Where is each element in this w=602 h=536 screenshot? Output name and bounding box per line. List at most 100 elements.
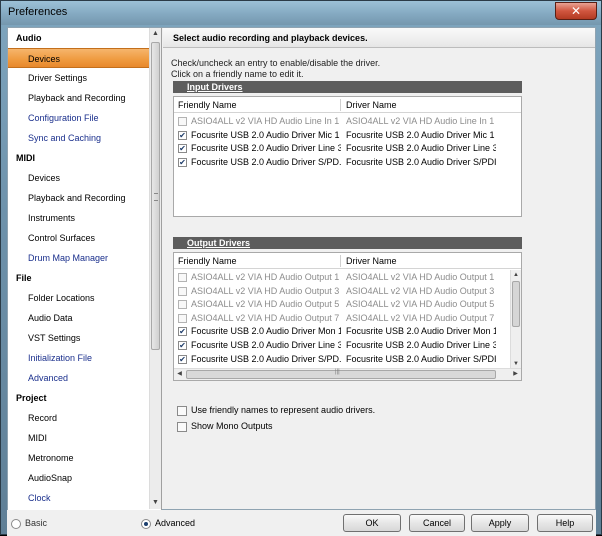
tree-item-devices[interactable]: Devices: [8, 48, 149, 68]
friendly-name-cell[interactable]: Focusrite USB 2.0 Audio Driver Mic 1: [191, 129, 341, 142]
tree-scrollbar[interactable]: ▲ ▼: [149, 28, 161, 509]
tree-item-playback-and-recording[interactable]: Playback and Recording: [8, 88, 149, 108]
driver-enable-checkbox[interactable]: ✔: [178, 157, 187, 167]
tree-scroll-thumb[interactable]: [151, 42, 160, 350]
friendly-names-option[interactable]: Use friendly names to represent audio dr…: [177, 404, 375, 416]
col-driver-name[interactable]: Driver Name: [346, 253, 397, 269]
driver-name-cell: ASIO4ALL v2 VIA HD Audio Output 1: [346, 272, 495, 282]
driver-enable-checkbox[interactable]: ✔: [178, 130, 187, 140]
scroll-down-icon[interactable]: ▼: [150, 497, 161, 509]
input-driver-row[interactable]: ✔ Focusrite USB 2.0 Audio Driver Mic 1 Foc…: [174, 129, 521, 142]
panel-header: Select audio recording and playback devi…: [163, 28, 595, 48]
driver-name-cell: ASIO4ALL v2 VIA HD Audio Output 3: [346, 285, 495, 296]
category-tree: Audio Devices Driver Settings Playback and …: [8, 28, 162, 511]
tree-item-audiosnap[interactable]: AudioSnap: [8, 468, 149, 488]
tree-category-audio[interactable]: Audio: [8, 28, 149, 48]
friendly-name-cell[interactable]: Focusrite USB 2.0 Audio Driver Mon 1: [191, 325, 341, 338]
scroll-up-icon[interactable]: ▲: [511, 270, 521, 280]
friendly-name-cell[interactable]: ASIO4ALL v2 VIA HD Audio Output 1: [191, 271, 341, 284]
tree-item-instruments[interactable]: Instruments: [8, 208, 149, 228]
tree-item-sync-and-caching[interactable]: Sync and Caching: [8, 128, 149, 148]
title-bar[interactable]: Preferences ✕: [1, 1, 601, 25]
tree-item-initialization-file[interactable]: Initialization File: [8, 348, 149, 368]
driver-enable-checkbox[interactable]: [178, 273, 187, 282]
tree-category-file[interactable]: File: [8, 268, 149, 288]
friendly-name-cell[interactable]: Focusrite USB 2.0 Audio Driver S/PD...: [191, 156, 341, 169]
driver-enable-checkbox[interactable]: ✔: [178, 341, 187, 350]
friendly-name-cell[interactable]: Focusrite USB 2.0 Audio Driver Line 3: [191, 339, 341, 352]
output-driver-row[interactable]: ASIO4ALL v2 VIA HD Audio Output 3 ASIO4AL…: [174, 285, 521, 298]
output-driver-row[interactable]: ASIO4ALL v2 VIA HD Audio Output 7 ASIO4AL…: [174, 312, 521, 325]
tree-item-record[interactable]: Record: [8, 408, 149, 428]
tree-item-midi[interactable]: MIDI: [8, 428, 149, 448]
tree-item-clock[interactable]: Clock: [8, 488, 149, 508]
basic-radio[interactable]: Basic: [11, 517, 47, 529]
tree-category-midi[interactable]: MIDI: [8, 148, 149, 168]
instruction-edit: Click on a friendly name to edit it.: [171, 69, 304, 79]
mono-outputs-option[interactable]: Show Mono Outputs: [177, 420, 273, 432]
friendly-name-cell[interactable]: Focusrite USB 2.0 Audio Driver Line 3: [191, 142, 341, 155]
scroll-left-icon[interactable]: ◀: [174, 369, 185, 380]
tree-item-playback-and-recording[interactable]: Playback and Recording: [8, 188, 149, 208]
scroll-up-icon[interactable]: ▲: [150, 28, 161, 40]
preferences-window: Preferences ✕ Audio Devices Driver Setting…: [0, 0, 602, 536]
output-driver-row[interactable]: ✔ Focusrite USB 2.0 Audio Driver Mon 1 Foc…: [174, 325, 521, 338]
friendly-name-cell[interactable]: ASIO4ALL v2 VIA HD Audio Output 3: [191, 285, 341, 298]
friendly-name-cell[interactable]: ASIO4ALL v2 VIA HD Audio Line In 1: [191, 115, 341, 128]
tree-item-metronome[interactable]: Metronome: [8, 448, 149, 468]
driver-enable-checkbox[interactable]: [178, 117, 187, 126]
output-list-header: Friendly Name Driver Name: [174, 253, 521, 269]
help-button[interactable]: Help: [537, 514, 593, 532]
output-hscrollbar[interactable]: ◀ ||| ▶: [174, 368, 521, 380]
tree-item-advanced[interactable]: Advanced: [8, 368, 149, 388]
output-vscrollbar[interactable]: ▲ ▼: [510, 270, 521, 369]
output-driver-row[interactable]: ✔ Focusrite USB 2.0 Audio Driver Line 3 Fo…: [174, 339, 521, 352]
friendly-name-cell[interactable]: Focusrite USB 2.0 Audio Driver S/PD...: [191, 353, 341, 366]
tree-item-drum-map-manager[interactable]: Drum Map Manager: [8, 248, 149, 268]
col-friendly-name[interactable]: Friendly Name: [178, 97, 237, 113]
input-drivers-heading: Input Drivers: [173, 81, 522, 93]
output-driver-row[interactable]: ASIO4ALL v2 VIA HD Audio Output 1 ASIO4AL…: [174, 271, 521, 284]
close-button[interactable]: ✕: [555, 2, 597, 20]
driver-name-cell: Focusrite USB 2.0 Audio Driver Mon 1: [346, 326, 496, 337]
cancel-button[interactable]: Cancel: [409, 514, 465, 532]
input-driver-row[interactable]: ASIO4ALL v2 VIA HD Audio Line In 1 ASIO4A…: [174, 115, 521, 128]
driver-enable-checkbox[interactable]: [178, 313, 187, 323]
mono-outputs-checkbox[interactable]: [177, 421, 187, 432]
driver-enable-checkbox[interactable]: [178, 300, 187, 310]
col-driver-name[interactable]: Driver Name: [346, 97, 397, 113]
ok-button[interactable]: OK: [343, 514, 401, 532]
driver-enable-checkbox[interactable]: [178, 286, 187, 296]
scroll-right-icon[interactable]: ▶: [510, 369, 521, 380]
input-driver-row[interactable]: ✔ Focusrite USB 2.0 Audio Driver Line 3 Fo…: [174, 142, 521, 155]
output-vscroll-thumb[interactable]: [512, 281, 520, 327]
driver-name-cell: Focusrite USB 2.0 Audio Driver Line 3: [346, 340, 496, 350]
tree-category-project[interactable]: Project: [8, 388, 149, 408]
driver-enable-checkbox[interactable]: ✔: [178, 327, 187, 337]
driver-name-cell: Focusrite USB 2.0 Audio Driver Line 3: [346, 143, 496, 154]
tree-item-configuration-file[interactable]: Configuration File: [8, 108, 149, 128]
driver-enable-checkbox[interactable]: ✔: [178, 354, 187, 364]
basic-radio-dot[interactable]: [11, 518, 21, 529]
col-friendly-name[interactable]: Friendly Name: [178, 253, 237, 269]
advanced-radio-dot[interactable]: [141, 518, 151, 529]
tree-item-audio-data[interactable]: Audio Data: [8, 308, 149, 328]
tree-item-folder-locations[interactable]: Folder Locations: [8, 288, 149, 308]
input-driver-row[interactable]: ✔ Focusrite USB 2.0 Audio Driver S/PD... F…: [174, 156, 521, 169]
apply-button[interactable]: Apply: [471, 514, 529, 532]
tree-item-devices[interactable]: Devices: [8, 168, 149, 188]
driver-name-cell: Focusrite USB 2.0 Audio Driver S/PDIF L: [346, 156, 496, 167]
driver-enable-checkbox[interactable]: ✔: [178, 144, 187, 154]
driver-name-cell: Focusrite USB 2.0 Audio Driver S/PDIF L: [346, 353, 496, 364]
friendly-name-cell[interactable]: ASIO4ALL v2 VIA HD Audio Output 5: [191, 298, 341, 311]
advanced-radio[interactable]: Advanced: [141, 517, 195, 529]
tree-item-control-surfaces[interactable]: Control Surfaces: [8, 228, 149, 248]
hscroll-grip: |||: [335, 369, 340, 375]
output-hscroll-thumb[interactable]: |||: [186, 369, 496, 379]
output-driver-row[interactable]: ✔ Focusrite USB 2.0 Audio Driver S/PD... F…: [174, 353, 521, 366]
tree-item-driver-settings[interactable]: Driver Settings: [8, 68, 149, 88]
friendly-name-cell[interactable]: ASIO4ALL v2 VIA HD Audio Output 7: [191, 312, 341, 325]
friendly-names-checkbox[interactable]: [177, 405, 187, 416]
tree-item-vst-settings[interactable]: VST Settings: [8, 328, 149, 348]
output-driver-row[interactable]: ASIO4ALL v2 VIA HD Audio Output 5 ASIO4AL…: [174, 298, 521, 311]
